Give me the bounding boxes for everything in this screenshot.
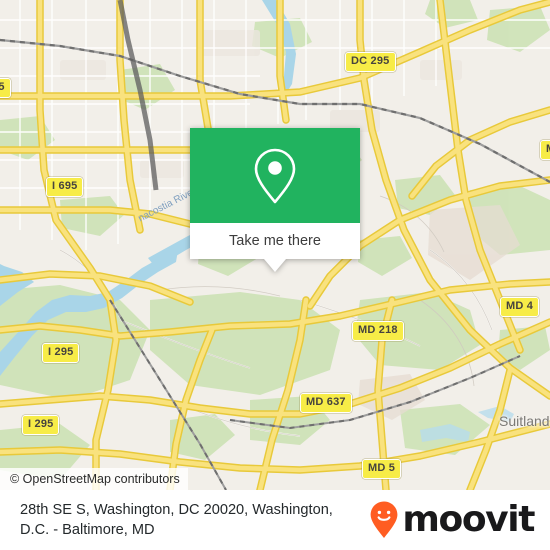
road-shield: I 695 [46,177,84,197]
address-text: 28th SE S, Washington, DC 20020, Washing… [20,502,333,538]
road-shield: DC 295 [345,52,396,72]
road-shield: I 295 [22,415,60,435]
road-shield: M [540,140,550,160]
road-shield: I 295 [42,343,80,363]
map-popup-card[interactable]: Take me there [190,128,360,272]
moovit-map-screenshot: 95 DC 295 I 695 MD 4 MD 218 I 295 MD 637… [0,0,550,550]
moovit-pin-icon [371,501,398,538]
moovit-wordmark: moovit [402,499,535,540]
popup-action-label: Take me there [229,233,321,249]
popup-pin-area [190,128,360,223]
footer-bar: 28th SE S, Washington, DC 20020, Washing… [0,490,550,550]
road-shield: MD 4 [500,297,540,317]
road-shield: MD 218 [352,321,404,341]
place-label-suitland: Suitland [499,413,550,429]
road-shield: MD 637 [300,393,352,413]
map-pin-icon [254,148,296,203]
road-shield: 95 [0,78,11,98]
road-shield: MD 5 [362,459,402,479]
moovit-logo[interactable]: moovit [369,500,542,540]
popup-tail [264,259,286,272]
map-attribution[interactable]: © OpenStreetMap contributors [0,468,188,490]
popup-action-bar[interactable]: Take me there [190,223,360,259]
attribution-text: © OpenStreetMap contributors [10,472,180,486]
map-canvas[interactable]: 95 DC 295 I 695 MD 4 MD 218 I 295 MD 637… [0,0,550,490]
